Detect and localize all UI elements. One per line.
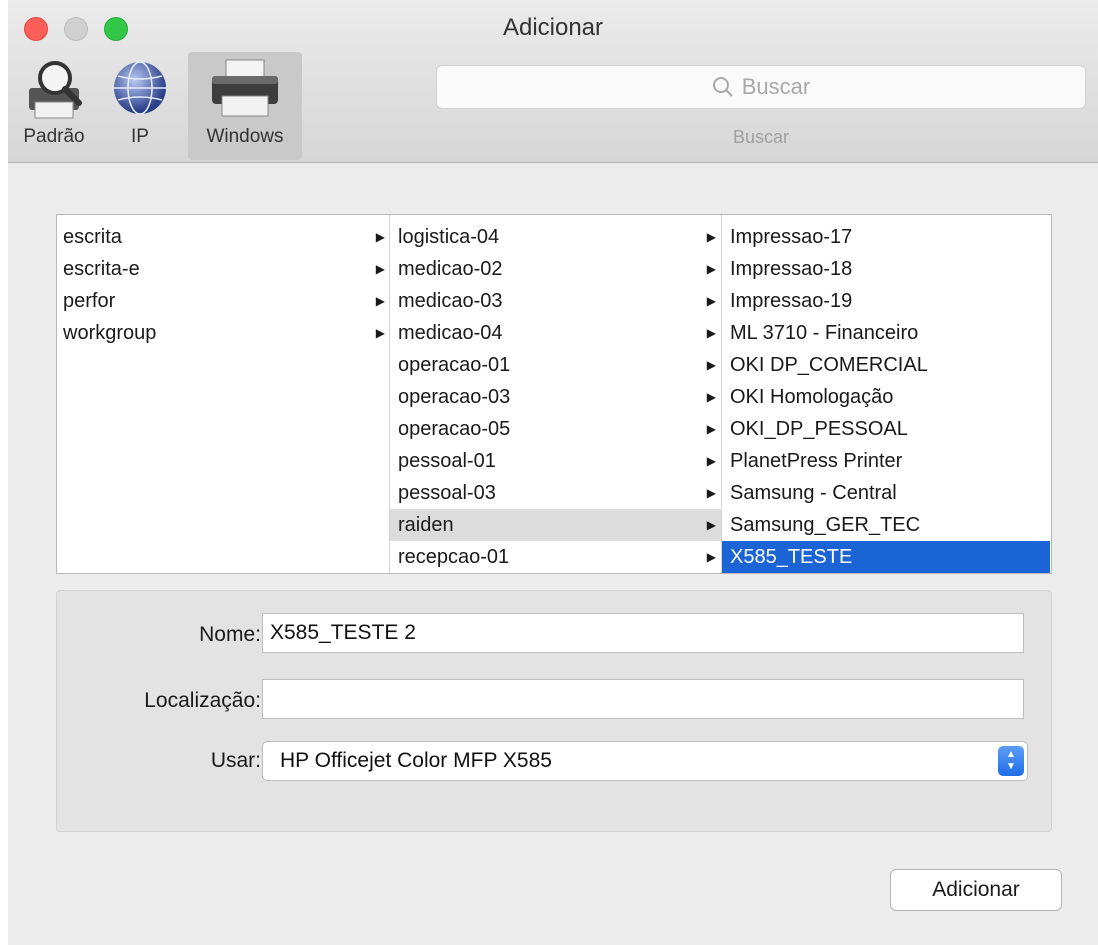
- nome-field[interactable]: X585_TESTE 2: [262, 613, 1024, 653]
- tab-ip[interactable]: IP: [100, 52, 180, 160]
- list-item[interactable]: medicao-03 ▶: [390, 285, 722, 317]
- list-item-label: pessoal-01: [398, 450, 496, 472]
- disclosure-arrow-icon: ▶: [375, 262, 385, 276]
- disclosure-arrow-icon: ▶: [706, 518, 716, 532]
- driver-select-value: HP Officejet Color MFP X585: [280, 749, 552, 772]
- list-item[interactable]: pessoal-03 ▶: [390, 477, 722, 509]
- list-item[interactable]: Samsung - Central: [722, 477, 1051, 509]
- printer-icon: [208, 58, 282, 125]
- list-item-label: workgroup: [63, 322, 157, 344]
- disclosure-arrow-icon: ▶: [706, 262, 716, 276]
- list-item-label: Samsung - Central: [730, 482, 897, 504]
- list-item-label: escrita-e: [63, 258, 140, 280]
- browser-column-printers[interactable]: Impressao-17 Impressao-18 Impressao-19 M…: [721, 215, 1051, 573]
- printer-browser: escrita ▶ escrita-e ▶ perfor ▶ workgroup ▶ l…: [56, 214, 1052, 574]
- browser-column-hosts[interactable]: logistica-04 ▶ medicao-02 ▶ medicao-03 ▶ me…: [389, 215, 722, 573]
- disclosure-arrow-icon: ▶: [706, 422, 716, 436]
- search-caption: Buscar: [732, 127, 790, 147]
- add-printer-window: Adicionar Padrão IP Windows Buscar Busca…: [8, 0, 1098, 945]
- list-item[interactable]: medicao-02 ▶: [390, 253, 722, 285]
- tab-windows[interactable]: Windows: [188, 52, 302, 160]
- list-item[interactable]: PlanetPress Printer: [722, 445, 1051, 477]
- search-input[interactable]: Buscar: [436, 65, 1086, 109]
- driver-select[interactable]: HP Officejet Color MFP X585 ▲ ▼: [262, 741, 1028, 781]
- list-item-label: operacao-01: [398, 354, 511, 376]
- browser-column-workgroups[interactable]: escrita ▶ escrita-e ▶ perfor ▶ workgroup ▶: [57, 215, 389, 573]
- list-item-label: PlanetPress Printer: [730, 450, 903, 472]
- list-item-label: OKI Homologação: [730, 386, 894, 408]
- list-item-label: medicao-02: [398, 258, 503, 280]
- localizacao-field[interactable]: [262, 679, 1024, 719]
- list-item[interactable]: OKI_DP_PESSOAL: [722, 413, 1051, 445]
- list-item[interactable]: Samsung_GER_TEC: [722, 509, 1051, 541]
- list-item-label: medicao-04: [398, 322, 503, 344]
- list-item-label: logistica-04: [398, 226, 500, 248]
- search-icon: [712, 77, 733, 97]
- list-item[interactable]: operacao-05 ▶: [390, 413, 722, 445]
- list-item-label: ML 3710 - Financeiro: [730, 322, 919, 344]
- list-item[interactable]: recepcao-01 ▶: [390, 541, 722, 573]
- list-item-label: Samsung_GER_TEC: [730, 514, 921, 536]
- list-item[interactable]: OKI Homologação: [722, 381, 1051, 413]
- tab-padrao[interactable]: Padrão: [8, 52, 100, 160]
- globe-icon: [110, 58, 170, 123]
- disclosure-arrow-icon: ▶: [375, 326, 385, 340]
- list-item[interactable]: medicao-04 ▶: [390, 317, 722, 349]
- list-item[interactable]: workgroup ▶: [57, 317, 389, 349]
- window-title: Adicionar: [502, 14, 604, 41]
- list-item-label: perfor: [63, 290, 116, 312]
- list-item[interactable]: Impressao-18: [722, 253, 1051, 285]
- list-item[interactable]: Impressao-17: [722, 221, 1051, 253]
- list-item[interactable]: operacao-03 ▶: [390, 381, 722, 413]
- chevron-updown-icon: ▲ ▼: [998, 746, 1024, 776]
- tab-ip-label: IP: [131, 126, 149, 147]
- list-item[interactable]: ML 3710 - Financeiro: [722, 317, 1051, 349]
- add-button[interactable]: Adicionar: [890, 869, 1062, 911]
- disclosure-arrow-icon: ▶: [706, 454, 716, 468]
- list-item[interactable]: logistica-04 ▶: [390, 221, 722, 253]
- list-item[interactable]: perfor ▶: [57, 285, 389, 317]
- list-item-label: Impressao-18: [730, 258, 853, 280]
- disclosure-arrow-icon: ▶: [706, 294, 716, 308]
- list-item-label: pessoal-03: [398, 482, 496, 504]
- list-item-label: Impressao-19: [730, 290, 853, 312]
- printer-magnifier-icon: [21, 58, 87, 125]
- list-item-label: medicao-03: [398, 290, 503, 312]
- list-item-label: OKI_DP_PESSOAL: [730, 418, 908, 440]
- disclosure-arrow-icon: ▶: [375, 230, 385, 244]
- disclosure-arrow-icon: ▶: [706, 326, 716, 340]
- list-item-selected[interactable]: X585_TESTE: [722, 541, 1050, 573]
- localizacao-label: Localização:: [144, 689, 261, 712]
- nome-label: Nome:: [199, 623, 261, 646]
- list-item[interactable]: Impressao-19: [722, 285, 1051, 317]
- list-item-label: raiden: [398, 514, 454, 536]
- list-item[interactable]: escrita ▶: [57, 221, 389, 253]
- disclosure-arrow-icon: ▶: [375, 294, 385, 308]
- disclosure-arrow-icon: ▶: [706, 230, 716, 244]
- list-item[interactable]: OKI DP_COMERCIAL: [722, 349, 1051, 381]
- disclosure-arrow-icon: ▶: [706, 486, 716, 500]
- disclosure-arrow-icon: ▶: [706, 390, 716, 404]
- list-item-label: operacao-05: [398, 418, 511, 440]
- list-item-label: OKI DP_COMERCIAL: [730, 354, 928, 376]
- list-item-selected[interactable]: raiden ▶: [390, 509, 722, 541]
- list-item-label: escrita: [63, 226, 122, 248]
- usar-label: Usar:: [210, 749, 261, 772]
- disclosure-arrow-icon: ▶: [706, 550, 716, 564]
- list-item-label: Impressao-17: [730, 226, 853, 248]
- search-placeholder: Buscar: [741, 74, 811, 99]
- tab-padrao-label: Padrão: [23, 126, 85, 147]
- tab-windows-label: Windows: [206, 126, 284, 147]
- printer-details-form: Nome: X585_TESTE 2 Localização: Usar: HP…: [56, 590, 1052, 832]
- list-item[interactable]: pessoal-01 ▶: [390, 445, 722, 477]
- list-item[interactable]: escrita-e ▶: [57, 253, 389, 285]
- disclosure-arrow-icon: ▶: [706, 358, 716, 372]
- list-item-label: recepcao-01: [398, 546, 510, 568]
- toolbar: Adicionar Padrão IP Windows Buscar Busca…: [8, 0, 1098, 163]
- list-item[interactable]: operacao-01 ▶: [390, 349, 722, 381]
- list-item-label: X585_TESTE: [730, 546, 853, 568]
- list-item-label: operacao-03: [398, 386, 511, 408]
